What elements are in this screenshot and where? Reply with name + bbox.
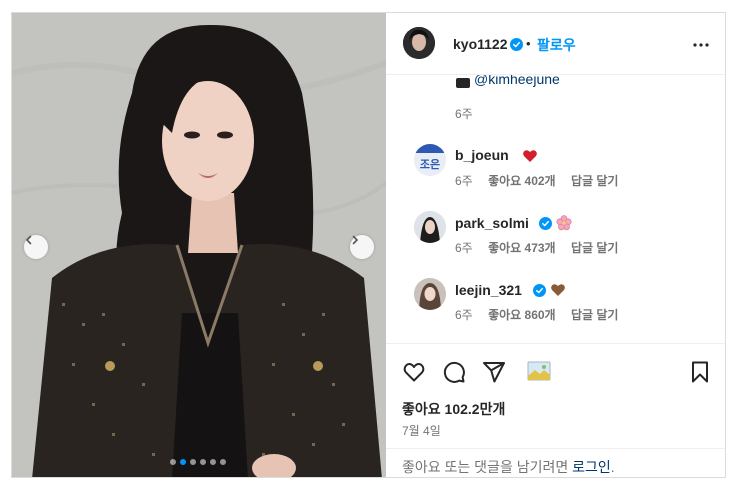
commenter-username[interactable]: park_solmi xyxy=(455,215,529,231)
commenter-avatar[interactable] xyxy=(414,211,446,243)
reply-button[interactable]: 답글 달기 xyxy=(571,174,619,188)
carousel-next-button[interactable] xyxy=(350,235,374,259)
carousel-dot xyxy=(190,459,196,465)
carousel-dot xyxy=(220,459,226,465)
commenter-avatar[interactable] xyxy=(414,278,446,310)
chevron-right-icon xyxy=(352,235,359,245)
post-card: kyo1122 • 팔로우 @kimheejune 6주 조은 b_joeun … xyxy=(11,12,726,478)
post-photo xyxy=(12,13,386,477)
comment-likes[interactable]: 좋아요 402개 xyxy=(488,174,556,188)
login-prompt-suffix: . xyxy=(610,459,615,475)
like-count[interactable]: 좋아요 102.2만개 xyxy=(402,399,505,419)
comment-mention[interactable]: @kimheejune xyxy=(474,75,560,87)
comment-time: 6주 xyxy=(455,107,473,121)
commenter-username[interactable]: b_joeun xyxy=(455,147,509,163)
carousel-dot xyxy=(200,459,206,465)
verified-badge-icon xyxy=(510,38,523,51)
reply-button[interactable]: 답글 달기 xyxy=(571,241,619,255)
share-send-icon[interactable] xyxy=(482,360,506,384)
carousel-dot xyxy=(170,459,176,465)
commenter-username[interactable]: leejin_321 xyxy=(455,282,522,298)
commenter-avatar-image: 조은 xyxy=(414,144,446,176)
author-avatar[interactable] xyxy=(403,27,435,59)
commenter-avatar[interactable]: 조은 xyxy=(414,144,446,176)
cherry-blossom-icon xyxy=(556,215,572,231)
commenter-avatar-image xyxy=(414,278,446,310)
carousel-dot-active xyxy=(180,459,186,465)
image-preview-icon xyxy=(527,361,551,381)
post-header: kyo1122 • 팔로우 xyxy=(386,13,725,75)
comment-meta: 6주 좋아요 473개 답글 달기 xyxy=(455,239,630,256)
carousel-prev-button[interactable] xyxy=(24,235,48,259)
header-separator: • xyxy=(526,36,531,51)
bookmark-save-icon[interactable] xyxy=(688,360,712,384)
post-date: 7월 4일 xyxy=(402,424,441,438)
verified-badge-icon xyxy=(539,217,552,230)
post-media[interactable] xyxy=(12,13,386,477)
instagram-mention-icon xyxy=(456,78,470,88)
comment-meta: 6주 좋아요 402개 답글 달기 xyxy=(455,172,630,189)
comment-bubble-icon[interactable] xyxy=(442,360,466,384)
follow-button[interactable]: 팔로우 xyxy=(537,35,576,55)
carousel-indicator xyxy=(170,459,226,465)
comment-likes[interactable]: 좋아요 473개 xyxy=(488,241,556,255)
comments-list[interactable]: @kimheejune 6주 조은 b_joeun 6주 좋아요 402개 답글… xyxy=(386,75,725,343)
comment-meta: 6주 좋아요 860개 답글 달기 xyxy=(455,306,630,323)
chevron-left-icon xyxy=(25,235,32,245)
login-link[interactable]: 로그인 xyxy=(572,459,611,475)
like-heart-icon[interactable] xyxy=(402,360,426,384)
comment-time: 6주 xyxy=(455,241,473,255)
red-heart-icon xyxy=(523,150,537,162)
comment-time: 6주 xyxy=(455,308,473,322)
carousel-dot xyxy=(210,459,216,465)
more-options-icon[interactable] xyxy=(691,35,711,55)
comment-likes[interactable]: 좋아요 860개 xyxy=(488,308,556,322)
author-avatar-image xyxy=(403,27,435,59)
comment-meta: 6주 xyxy=(455,105,485,122)
comment-time: 6주 xyxy=(455,174,473,188)
author-username[interactable]: kyo1122 xyxy=(453,36,508,52)
login-prompt-bar: 좋아요 또는 댓글을 남기려면 로그인. xyxy=(386,448,725,477)
commenter-avatar-image xyxy=(414,211,446,243)
post-panel: kyo1122 • 팔로우 @kimheejune 6주 조은 b_joeun … xyxy=(386,13,725,477)
commenter-avatar-text: 조은 xyxy=(420,158,440,171)
verified-badge-icon xyxy=(533,284,546,297)
brown-heart-icon xyxy=(551,284,565,296)
login-prompt-text: 좋아요 또는 댓글을 남기려면 xyxy=(402,459,569,475)
post-actions: 좋아요 102.2만개 7월 4일 좋아요 또는 댓글을 남기려면 로그인. xyxy=(386,343,725,477)
reply-button[interactable]: 답글 달기 xyxy=(571,308,619,322)
